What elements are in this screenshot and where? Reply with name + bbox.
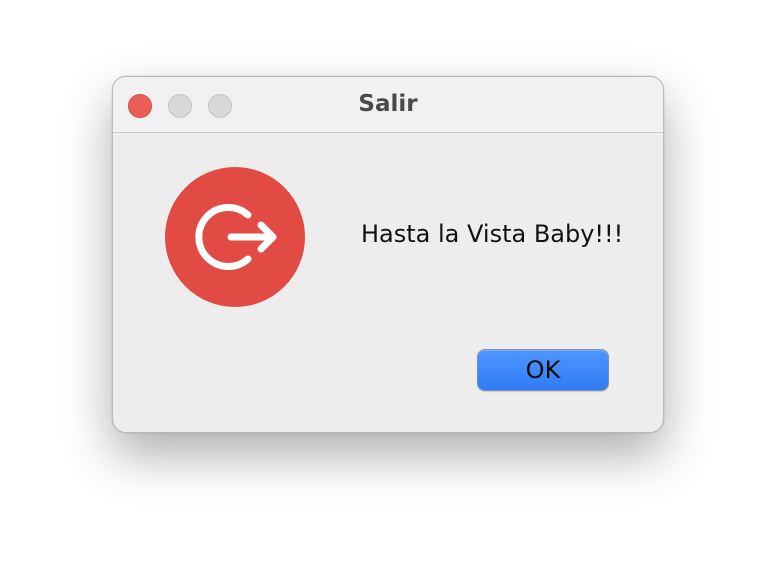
exit-dialog-window: Salir Hasta la Vista Baby!!! OK — [112, 76, 664, 433]
ok-button[interactable]: OK — [477, 349, 609, 391]
dialog-message: Hasta la Vista Baby!!! — [361, 220, 624, 248]
exit-icon — [165, 167, 305, 307]
title-bar[interactable]: Salir — [113, 77, 663, 133]
window-title: Salir — [358, 91, 418, 117]
